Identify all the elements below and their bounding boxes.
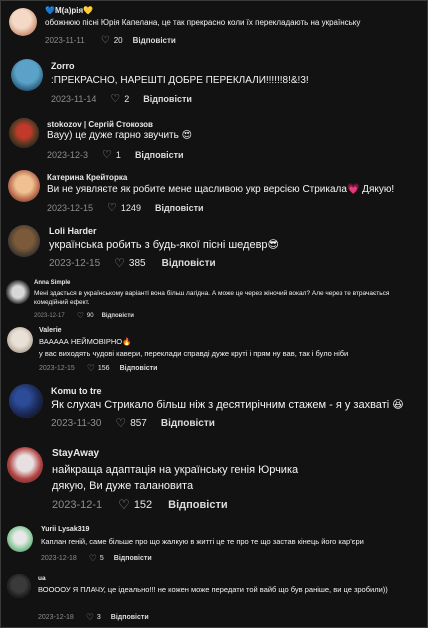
like-count: 20 <box>113 36 123 45</box>
comment-username[interactable]: Komu to tre <box>51 386 102 396</box>
reply-button[interactable]: Відповісти <box>114 555 152 562</box>
comment-text: Ви не уявляєте як робите мене щасливою у… <box>47 184 422 195</box>
like-count: 1 <box>115 149 121 160</box>
comment-username[interactable]: Zorro <box>51 61 75 71</box>
avatar[interactable] <box>9 384 43 418</box>
comment-meta: 2023-12-18 ♡ 3 Відповісти <box>38 612 149 623</box>
comment-text: Каплан геній, саме більше про що жалкую … <box>41 537 364 546</box>
avatar[interactable] <box>7 526 33 552</box>
comment-meta: 2023-11-14 ♡ 2 Відповісти <box>51 92 192 105</box>
avatar[interactable] <box>11 59 43 91</box>
avatar[interactable] <box>9 8 37 36</box>
like-count: 3 <box>96 614 101 621</box>
comment-text: ВААААА НЕЙМОВІРНО🔥 у вас виходять чудові… <box>39 336 419 360</box>
comment-meta: 2023-12-17 ♡ 90 Відповісти <box>34 311 134 320</box>
reply-button[interactable]: Відповісти <box>102 313 134 319</box>
heart-outline-icon[interactable]: ♡ <box>102 148 112 161</box>
reply-button[interactable]: Відповісти <box>135 150 184 160</box>
avatar[interactable] <box>7 327 33 353</box>
comment-date: 2023-11-14 <box>51 93 97 104</box>
heart-outline-icon[interactable]: ♡ <box>87 363 95 374</box>
comment-text: Мені здається в українському варіанті во… <box>34 290 390 306</box>
like-count: 156 <box>97 365 110 372</box>
heart-outline-icon[interactable]: ♡ <box>77 311 84 320</box>
heart-outline-icon[interactable]: ♡ <box>107 201 117 214</box>
comment-username[interactable]: stokozov | Сергій Стокозов <box>47 120 153 129</box>
comment-meta: 2023-12-15 ♡ 385 Відповісти <box>49 256 216 270</box>
comment-meta: 2023-12-15 ♡ 1249 Відповісти <box>47 201 204 214</box>
avatar[interactable] <box>8 225 40 257</box>
comment-date: 2023-12-1 <box>52 499 103 511</box>
comment-username[interactable]: Loli Harder <box>49 226 97 236</box>
avatar[interactable] <box>7 574 31 598</box>
like-count: 2 <box>124 93 130 104</box>
like-count: 90 <box>86 312 94 319</box>
user-suffix: 💛 <box>83 6 94 15</box>
comment-username[interactable]: ua <box>38 575 46 582</box>
reply-button[interactable]: Відповісти <box>155 203 204 213</box>
comment-date: 2023-12-18 <box>41 555 77 562</box>
reply-button[interactable]: Відповісти <box>120 365 158 372</box>
comment-username[interactable]: Yurii Lysak319 <box>41 526 89 533</box>
comment-username[interactable]: Valerie <box>39 327 62 334</box>
comment-meta: 2023-12-18 ♡ 5 Відповісти <box>41 553 152 564</box>
avatar[interactable] <box>6 280 30 304</box>
reply-button[interactable]: Відповісти <box>162 258 216 269</box>
comment-username[interactable]: StayAway <box>52 448 99 459</box>
comment-meta: 2023-12-1 ♡ 152 Відповісти <box>52 497 228 513</box>
comment-text: Як слухач Стрикало більш ніж з десятиріч… <box>51 399 404 411</box>
like-count: 5 <box>99 555 104 562</box>
user-name: М(а)рія <box>54 6 84 15</box>
reply-button[interactable]: Відповісти <box>133 36 176 45</box>
like-count: 1249 <box>120 202 141 213</box>
comment-meta: 2023-11-11 ♡ 20 Відповісти <box>45 35 176 46</box>
comment-text: найкраща адаптація на українську генія Ю… <box>52 462 422 494</box>
comment-date: 2023-11-11 <box>45 36 85 45</box>
heart-outline-icon[interactable]: ♡ <box>114 256 125 270</box>
comment-date: 2023-12-18 <box>38 614 74 621</box>
like-count: 857 <box>130 417 147 429</box>
comment-text: :ПРЕКРАСНО, НАРЕШТІ ДОБРЕ ПЕРЕКЛАЛИ!!!!!… <box>51 75 309 86</box>
comment-text: українська робить з будь-якої пісні шеде… <box>49 239 280 251</box>
like-count: 385 <box>128 257 146 269</box>
heart-outline-icon[interactable]: ♡ <box>86 612 94 623</box>
reply-button[interactable]: Відповісти <box>143 94 192 104</box>
comment-meta: 2023-12-15 ♡ 156 Відповісти <box>39 363 157 374</box>
reply-button[interactable]: Відповісти <box>111 614 149 621</box>
comment-username[interactable]: Катерина Крейторка <box>47 173 127 182</box>
comment-text-line: найкраща адаптація на українську генія Ю… <box>52 464 299 476</box>
comment-date: 2023-11-30 <box>51 417 102 429</box>
comment-text: обожнюю пісні Юрія Капелана, це так прек… <box>45 18 361 27</box>
avatar[interactable] <box>9 118 39 148</box>
heart-outline-icon[interactable]: ♡ <box>118 497 130 513</box>
comment-date: 2023-12-15 <box>39 365 75 372</box>
comment-text: ВООООУ Я ПЛАЧУ, це ідеально!!! не кожен … <box>38 585 388 594</box>
comment-username[interactable]: 💙М(а)рія💛 <box>45 6 93 15</box>
avatar[interactable] <box>7 447 43 483</box>
comment-username[interactable]: Anna Simple <box>34 280 70 286</box>
comment-date: 2023-12-15 <box>47 202 94 213</box>
reply-button[interactable]: Відповісти <box>161 418 215 429</box>
comment-text-line: у вас виходять чудові кавери, переклади … <box>39 349 349 358</box>
like-count: 152 <box>133 499 153 511</box>
user-prefix: 💙 <box>45 6 55 15</box>
comment-date: 2023-12-3 <box>47 149 89 160</box>
heart-outline-icon[interactable]: ♡ <box>115 416 126 430</box>
comment-meta: 2023-11-30 ♡ 857 Відповісти <box>51 416 215 430</box>
comment-text: Вауу) це дуже гарно звучить 😍 <box>47 130 193 141</box>
comment-date: 2023-12-15 <box>49 257 101 269</box>
avatar[interactable] <box>8 170 40 202</box>
heart-outline-icon[interactable]: ♡ <box>101 35 110 46</box>
comment-meta: 2023-12-3 ♡ 1 Відповісти <box>47 148 184 161</box>
reply-button[interactable]: Відповісти <box>168 499 227 511</box>
comment-text-content: Ви не уявляєте як робите мене щасливою у… <box>47 184 395 195</box>
comment-text-line: дякую, Ви дуже талановита <box>52 480 194 492</box>
heart-outline-icon[interactable]: ♡ <box>89 553 97 564</box>
comment-date: 2023-12-17 <box>34 312 65 319</box>
comment-text-line: ВААААА НЕЙМОВІРНО🔥 <box>39 337 132 346</box>
heart-outline-icon[interactable]: ♡ <box>110 92 120 105</box>
